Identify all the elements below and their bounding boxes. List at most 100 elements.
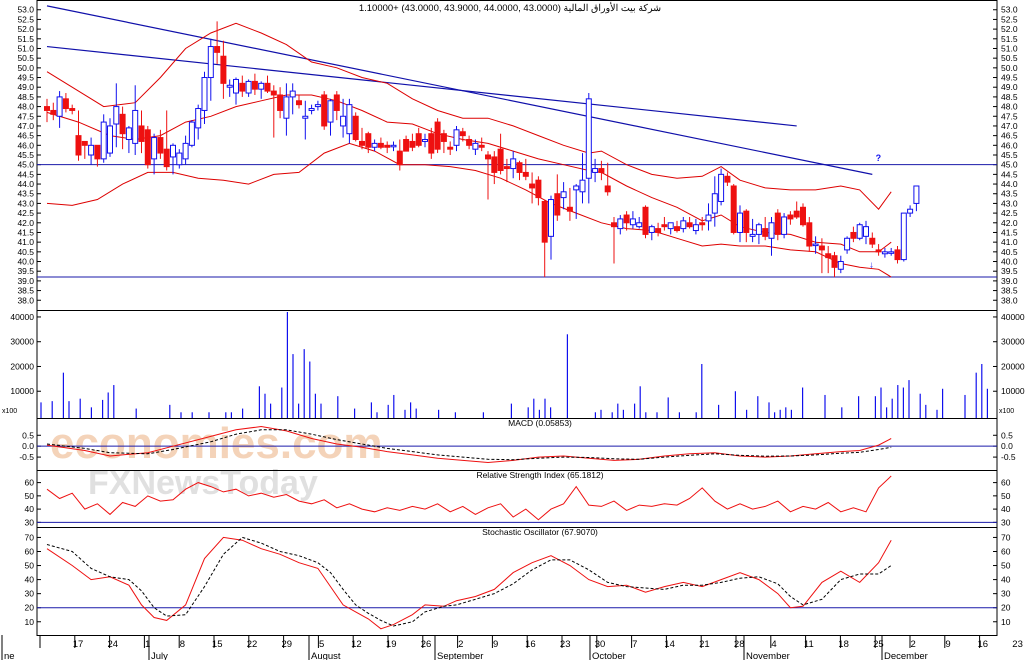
candle <box>371 139 378 152</box>
candle <box>403 135 410 152</box>
candle <box>100 114 107 163</box>
stoch-series-1 <box>46 536 892 627</box>
candle-body <box>781 216 788 235</box>
stoch-title: Stochastic Oscillator (67.9070) <box>482 527 598 537</box>
price-tick-right: 48.5 <box>1001 92 1018 102</box>
candle-body <box>907 208 914 214</box>
candle <box>661 216 668 231</box>
candle-body <box>881 251 888 255</box>
candle-body <box>422 139 428 142</box>
candle-body <box>566 206 573 212</box>
candle-body <box>352 115 359 141</box>
stoch-tick-right: 50 <box>1001 561 1011 571</box>
price-tick-left: 48.5 <box>17 92 34 102</box>
x-month-label: September <box>437 651 483 660</box>
price-tick-left: 51.0 <box>17 43 34 53</box>
price-tick-right: 40.5 <box>1001 247 1018 257</box>
candle <box>623 211 630 231</box>
candle <box>491 151 498 185</box>
candle-body <box>598 168 605 173</box>
candle-body <box>837 261 844 270</box>
x-day-label: 2 <box>458 639 463 650</box>
x-day-label: 21 <box>699 639 710 650</box>
stoch-tick-left: 40 <box>25 575 35 585</box>
candle-body <box>711 193 718 214</box>
candle <box>289 83 296 115</box>
candle <box>188 120 195 148</box>
candle <box>604 162 611 196</box>
candle-body <box>692 224 699 232</box>
watermark-line2: FXNewsToday <box>88 464 318 502</box>
candle-body <box>170 144 176 158</box>
stoch-tick-left: 70 <box>25 532 35 542</box>
price-tick-right: 45.5 <box>1001 150 1018 160</box>
candle-body <box>831 255 838 268</box>
candle <box>251 73 258 95</box>
macd-tick-left: 0.0 <box>22 441 34 451</box>
x-day-label: 12 <box>351 639 362 650</box>
price-tick-left: 52.5 <box>17 14 34 24</box>
price-tick-left: 44.5 <box>17 169 34 179</box>
candle <box>44 98 50 123</box>
candle <box>88 137 95 165</box>
candle <box>447 141 454 155</box>
candle-body <box>459 131 466 137</box>
stoch-tick-right: 40 <box>1001 575 1011 585</box>
volume-tick-left: 10000 <box>10 386 34 396</box>
price-tick-left: 45.0 <box>17 160 34 170</box>
candle <box>56 91 63 128</box>
candle <box>730 184 737 235</box>
candle-body <box>749 233 756 237</box>
candle-body <box>333 94 340 111</box>
candle <box>711 176 718 227</box>
candle-body <box>472 142 479 150</box>
price-tick-left: 47.5 <box>17 111 34 121</box>
candle-body <box>522 171 529 177</box>
candle <box>245 79 252 97</box>
candle <box>566 187 573 221</box>
candle-body <box>485 154 491 160</box>
x-day-label: 16 <box>978 639 989 650</box>
price-tick-left: 42.0 <box>17 218 34 228</box>
candle <box>144 125 151 169</box>
candle-body <box>245 80 252 94</box>
candle-body <box>346 104 353 135</box>
candle-body <box>327 100 334 123</box>
candle <box>503 158 510 183</box>
price-tick-left: 50.5 <box>17 53 34 63</box>
candle <box>592 158 599 183</box>
candle-body <box>686 222 693 228</box>
price-tick-right: 50.5 <box>1001 53 1018 63</box>
candle-body <box>220 55 227 84</box>
volume-tick-right: 10000 <box>1001 386 1025 396</box>
candle <box>856 222 863 241</box>
candle <box>258 81 265 99</box>
candle <box>762 216 769 241</box>
candle-body <box>365 133 372 148</box>
x-day-label: 23 <box>1012 639 1023 650</box>
candle <box>642 205 649 239</box>
candle-body <box>264 82 271 92</box>
price-tick-right: 50.0 <box>1001 63 1018 73</box>
candle <box>705 203 712 231</box>
candle-body <box>359 140 365 146</box>
candle <box>692 218 699 235</box>
candle-body <box>554 193 561 216</box>
candle <box>554 174 561 221</box>
candle <box>352 112 359 142</box>
rsi-tick-left: 40 <box>25 504 35 514</box>
rsi-tick-right: 60 <box>1001 478 1011 488</box>
candle-body <box>825 253 832 259</box>
stoch-tick-left: 30 <box>25 589 35 599</box>
rsi-tick-right: 50 <box>1001 491 1011 501</box>
price-tick-right: 46.5 <box>1001 131 1018 141</box>
candle-body <box>151 137 158 160</box>
candle <box>686 216 693 229</box>
candle-body <box>503 166 510 170</box>
stoch-tick-left: 20 <box>25 603 35 613</box>
stochastic-panel: 70 70 60 60 50 50 40 40 30 30 20 20 10 10 Stochastic O… <box>25 527 1011 630</box>
candle <box>535 176 542 206</box>
candle-body <box>314 104 321 108</box>
candle-body <box>774 212 781 235</box>
x-day-label: 2 <box>911 639 916 650</box>
